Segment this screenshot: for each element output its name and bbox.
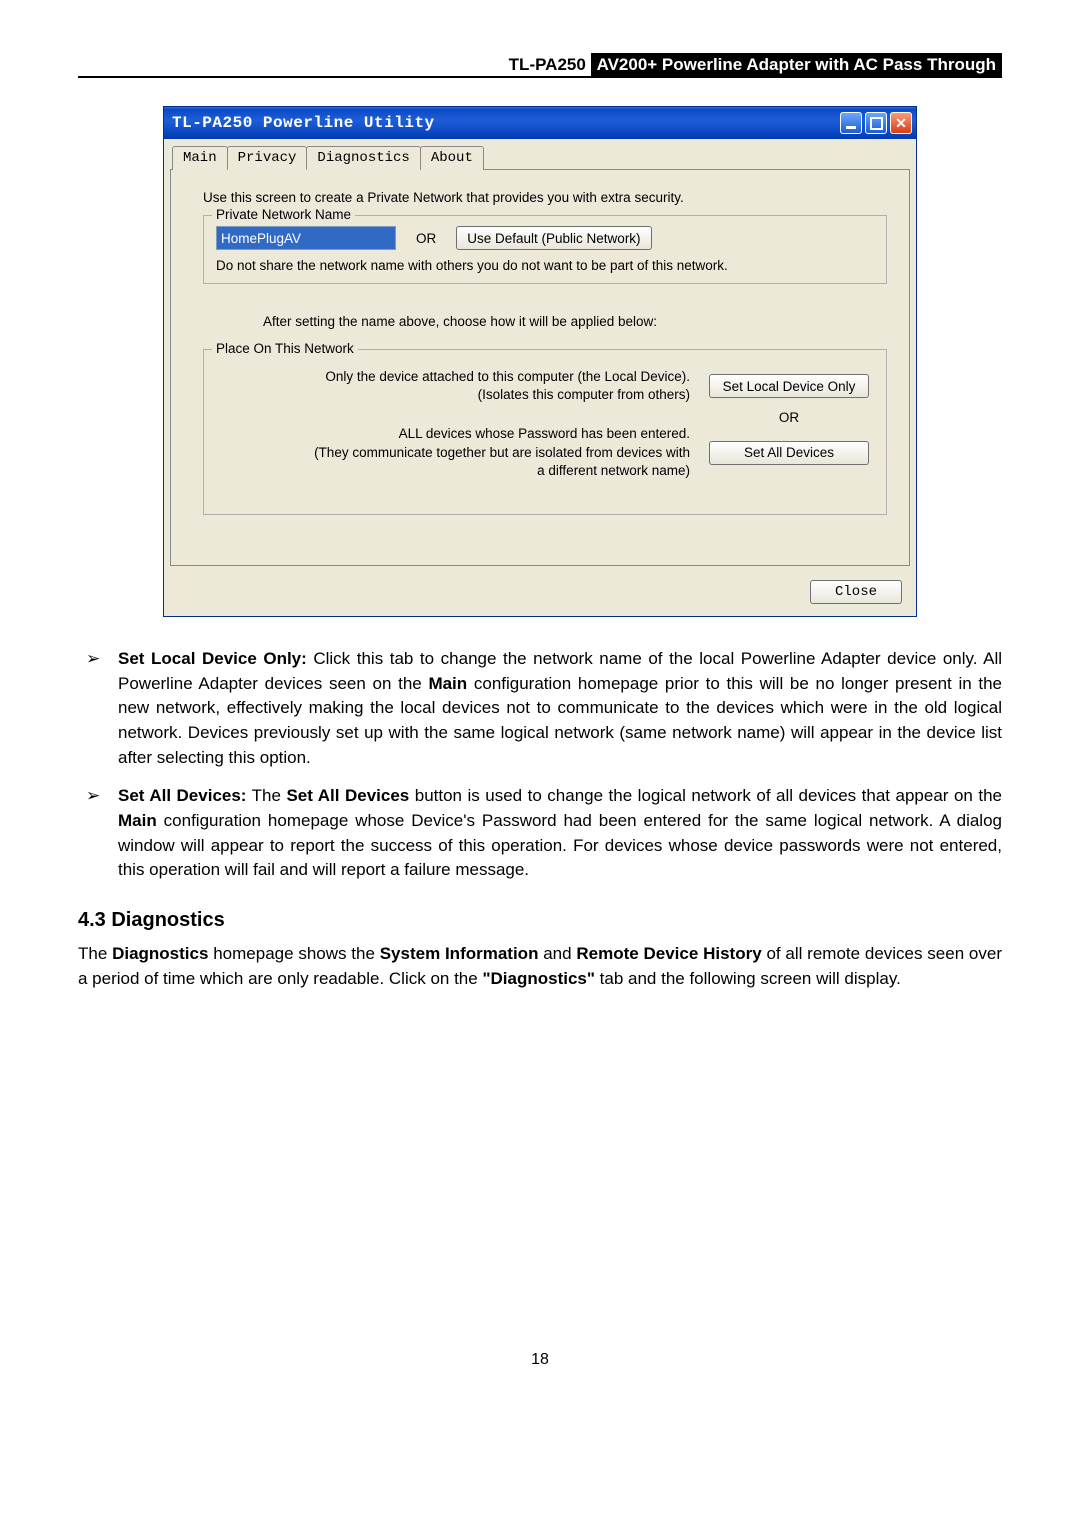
section-heading: 4.3 Diagnostics <box>78 909 1002 932</box>
use-default-button[interactable]: Use Default (Public Network) <box>456 226 651 250</box>
tab-privacy[interactable]: Privacy <box>227 146 308 170</box>
close-icon[interactable]: ✕ <box>890 112 912 134</box>
bullet-set-local: Set Local Device Only: Click this tab to… <box>78 647 1002 770</box>
close-button[interactable]: Close <box>810 580 902 604</box>
local-device-text: Only the device attached to this compute… <box>216 368 690 404</box>
utility-window: TL-PA250 Powerline Utility ✕ Main Privac… <box>163 106 917 617</box>
header-desc: AV200+ Powerline Adapter with AC Pass Th… <box>591 53 1002 76</box>
page-number: 18 <box>78 1351 1002 1369</box>
bullet-set-all: Set All Devices: The Set All Devices but… <box>78 784 1002 883</box>
place-network-group: Place On This Network Only the device at… <box>203 349 887 515</box>
tab-about[interactable]: About <box>420 146 484 170</box>
network-name-input[interactable] <box>216 226 396 250</box>
private-network-group: Private Network Name OR Use Default (Pub… <box>203 215 887 284</box>
intro-text: Use this screen to create a Private Netw… <box>203 190 887 205</box>
all-devices-text: ALL devices whose Password has been ente… <box>216 425 690 480</box>
titlebar[interactable]: TL-PA250 Powerline Utility ✕ <box>164 107 916 139</box>
diagnostics-paragraph: The Diagnostics homepage shows the Syste… <box>78 942 1002 991</box>
group2-legend: Place On This Network <box>212 341 358 356</box>
group-legend: Private Network Name <box>212 207 355 222</box>
window-title: TL-PA250 Powerline Utility <box>172 114 840 132</box>
set-all-devices-button[interactable]: Set All Devices <box>709 441 869 465</box>
or-label-2: OR <box>704 410 874 425</box>
mid-instruction: After setting the name above, choose how… <box>263 314 887 329</box>
tab-diagnostics[interactable]: Diagnostics <box>306 146 420 170</box>
or-label: OR <box>416 231 436 246</box>
header-model: TL-PA250 <box>509 55 586 74</box>
set-local-device-button[interactable]: Set Local Device Only <box>709 374 869 398</box>
share-note: Do not share the network name with other… <box>216 258 874 273</box>
minimize-icon[interactable] <box>840 112 862 134</box>
tab-main[interactable]: Main <box>172 146 228 170</box>
document-header: TL-PA250 AV200+ Powerline Adapter with A… <box>78 55 1002 78</box>
maximize-icon[interactable] <box>865 112 887 134</box>
tab-body: Use this screen to create a Private Netw… <box>170 169 910 566</box>
tab-strip: Main Privacy Diagnostics About <box>164 145 916 169</box>
bullet-list: Set Local Device Only: Click this tab to… <box>78 647 1002 883</box>
